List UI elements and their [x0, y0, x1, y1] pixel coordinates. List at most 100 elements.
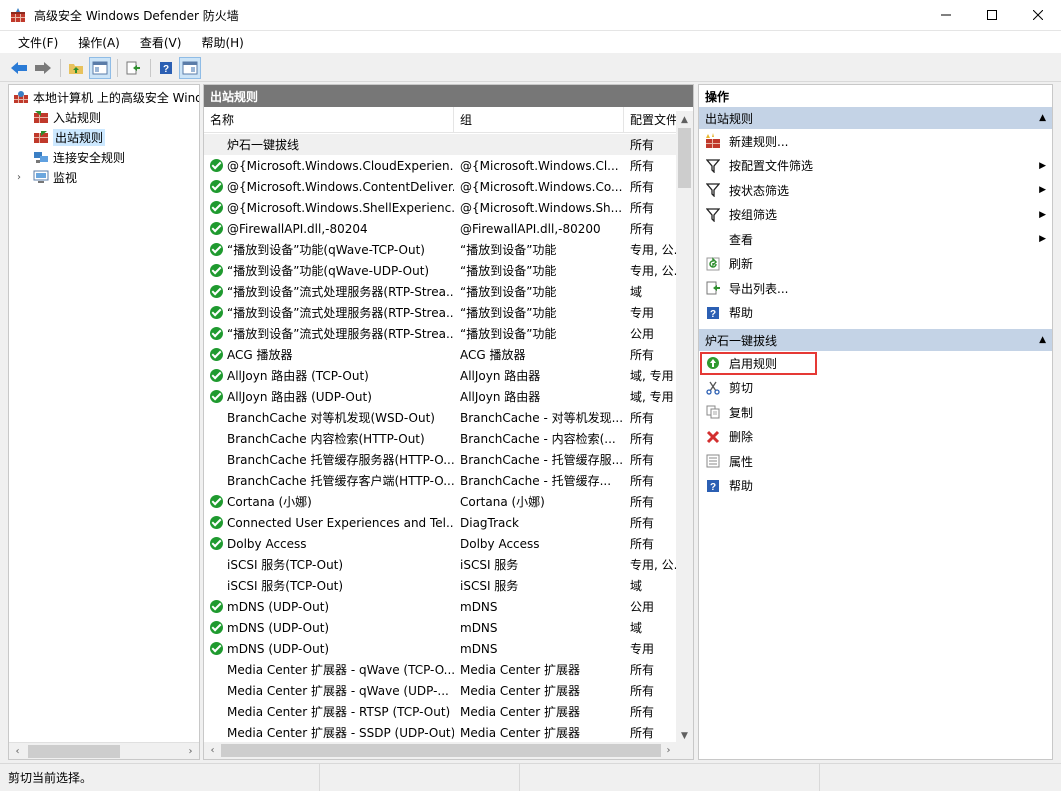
cell-name: mDNS (UDP-Out)	[204, 642, 454, 656]
scroll-left-icon[interactable]: ‹	[9, 743, 26, 760]
rules-vertical-scrollbar[interactable]: ▲ ▼	[676, 111, 693, 744]
action-copy[interactable]: 复制	[699, 400, 1052, 425]
action-new-rule[interactable]: 新建规则...	[699, 129, 1052, 154]
help-button[interactable]: ?	[155, 57, 177, 79]
scissors-icon	[705, 380, 721, 396]
scrollbar-thumb[interactable]	[678, 128, 691, 188]
menu-help[interactable]: 帮助(H)	[191, 34, 253, 51]
table-row[interactable]: ACG 播放器 ACG 播放器 所有	[204, 344, 677, 365]
tree-item-inbound[interactable]: 入站规则	[9, 107, 199, 127]
column-name[interactable]: 名称	[204, 107, 454, 132]
table-row[interactable]: BranchCache 内容检索(HTTP-Out) BranchCache - …	[204, 428, 677, 449]
tree-item-connection-security[interactable]: 连接安全规则	[9, 147, 199, 167]
tree-item-monitoring[interactable]: › 监视	[9, 167, 199, 187]
rules-horizontal-scrollbar[interactable]: ‹ ›	[204, 742, 677, 759]
export-button[interactable]	[122, 57, 144, 79]
show-tree-button[interactable]	[89, 56, 111, 79]
close-button[interactable]	[1015, 0, 1061, 31]
action-export-list[interactable]: 导出列表...	[699, 276, 1052, 301]
action-filter-state[interactable]: 按状态筛选 ▶	[699, 178, 1052, 203]
table-row[interactable]: “播放到设备”功能(qWave-TCP-Out) “播放到设备”功能 专用, 公..…	[204, 239, 677, 260]
actions-section-selected-rule[interactable]: 炉石一键拔线 ▲	[699, 329, 1052, 351]
column-group[interactable]: 组	[454, 107, 624, 132]
collapse-up-icon[interactable]: ▲	[1039, 113, 1046, 123]
filter-icon	[705, 207, 721, 223]
expand-chevron-icon[interactable]: ›	[17, 172, 29, 183]
scrollbar-thumb[interactable]	[221, 744, 661, 757]
table-row[interactable]: 炉石一键拔线 所有	[204, 134, 677, 155]
action-filter-group[interactable]: 按组筛选 ▶	[699, 203, 1052, 228]
table-row[interactable]: AllJoyn 路由器 (TCP-Out) AllJoyn 路由器 域, 专用	[204, 365, 677, 386]
table-row[interactable]: BranchCache 对等机发现(WSD-Out) BranchCache - …	[204, 407, 677, 428]
up-folder-button[interactable]	[65, 57, 87, 79]
table-row[interactable]: BranchCache 托管缓存客户端(HTTP-O... BranchCache…	[204, 470, 677, 491]
action-cut[interactable]: 剪切	[699, 376, 1052, 401]
disabled-blank-icon	[210, 474, 223, 487]
table-row[interactable]: “播放到设备”流式处理服务器(RTP-Strea... “播放到设备”功能 公用	[204, 323, 677, 344]
table-row[interactable]: Connected User Experiences and Tel... Dia…	[204, 512, 677, 533]
tree-root[interactable]: 本地计算机 上的高级安全 Windows Defender 防火墙	[9, 87, 199, 107]
menu-file[interactable]: 文件(F)	[8, 34, 68, 51]
table-row[interactable]: mDNS (UDP-Out) mDNS 专用	[204, 638, 677, 659]
table-row[interactable]: @FirewallAPI.dll,-80204 @FirewallAPI.dll,…	[204, 218, 677, 239]
table-row[interactable]: AllJoyn 路由器 (UDP-Out) AllJoyn 路由器 域, 专用	[204, 386, 677, 407]
rule-name: AllJoyn 路由器 (UDP-Out)	[227, 390, 372, 404]
tree-horizontal-scrollbar[interactable]: ‹ ›	[9, 742, 199, 759]
table-row[interactable]: Dolby Access Dolby Access 所有	[204, 533, 677, 554]
scroll-right-icon[interactable]: ›	[660, 745, 677, 756]
enabled-check-icon	[210, 600, 223, 613]
table-row[interactable]: @{Microsoft.Windows.ShellExperienc... @{M…	[204, 197, 677, 218]
table-row[interactable]: iSCSI 服务(TCP-Out) iSCSI 服务 专用, 公...	[204, 554, 677, 575]
actions-section-outbound[interactable]: 出站规则 ▲	[699, 107, 1052, 129]
table-row[interactable]: mDNS (UDP-Out) mDNS 域	[204, 617, 677, 638]
action-view[interactable]: 查看 ▶	[699, 227, 1052, 252]
action-properties[interactable]: 属性	[699, 449, 1052, 474]
tree-item-outbound[interactable]: 出站规则	[9, 127, 199, 147]
status-text: 剪切当前选择。	[0, 764, 320, 791]
collapse-up-icon[interactable]: ▲	[1039, 335, 1046, 345]
scroll-right-icon[interactable]: ›	[182, 743, 199, 760]
action-delete[interactable]: 删除	[699, 425, 1052, 450]
disabled-blank-icon	[210, 726, 223, 739]
scroll-left-icon[interactable]: ‹	[204, 745, 221, 756]
cell-group: ACG 播放器	[460, 348, 526, 362]
table-row[interactable]: Media Center 扩展器 - qWave (TCP-O... Media …	[204, 659, 677, 680]
table-row[interactable]: Media Center 扩展器 - qWave (UDP-... Media C…	[204, 680, 677, 701]
menu-view[interactable]: 查看(V)	[130, 34, 192, 51]
enabled-check-icon	[210, 222, 223, 235]
menu-action[interactable]: 操作(A)	[68, 34, 130, 51]
cell-group: Media Center 扩展器	[460, 663, 581, 677]
action-help[interactable]: ? 帮助	[699, 301, 1052, 326]
table-row[interactable]: Cortana (小娜) Cortana (小娜) 所有	[204, 491, 677, 512]
minimize-button[interactable]	[923, 0, 969, 31]
table-row[interactable]: “播放到设备”流式处理服务器(RTP-Strea... “播放到设备”功能 专用	[204, 302, 677, 323]
table-row[interactable]: iSCSI 服务(TCP-Out) iSCSI 服务 域	[204, 575, 677, 596]
table-row[interactable]: “播放到设备”功能(qWave-UDP-Out) “播放到设备”功能 专用, 公..…	[204, 260, 677, 281]
action-help-rule[interactable]: ? 帮助	[699, 474, 1052, 499]
maximize-button[interactable]	[969, 0, 1015, 31]
table-row[interactable]: “播放到设备”流式处理服务器(RTP-Strea... “播放到设备”功能 域	[204, 281, 677, 302]
table-row[interactable]: BranchCache 托管缓存服务器(HTTP-O... BranchCache…	[204, 449, 677, 470]
scrollbar-thumb[interactable]	[28, 744, 120, 758]
back-button[interactable]	[8, 57, 30, 79]
disabled-blank-icon	[210, 138, 223, 151]
rule-name: BranchCache 托管缓存客户端(HTTP-O...	[227, 474, 454, 488]
cell-group: BranchCache - 托管缓存服...	[460, 453, 624, 467]
column-profile[interactable]: 配置文件	[624, 107, 677, 132]
table-row[interactable]: @{Microsoft.Windows.ContentDeliver... @{M…	[204, 176, 677, 197]
table-row[interactable]: @{Microsoft.Windows.CloudExperien... @{Mi…	[204, 155, 677, 176]
table-row[interactable]: Media Center 扩展器 - RTSP (TCP-Out) Media C…	[204, 701, 677, 722]
cell-group: “播放到设备”功能	[460, 243, 557, 257]
new-rule-icon	[705, 133, 721, 149]
table-row[interactable]: mDNS (UDP-Out) mDNS 公用	[204, 596, 677, 617]
forward-button[interactable]	[32, 57, 54, 79]
action-filter-profile[interactable]: 按配置文件筛选 ▶	[699, 154, 1052, 179]
enabled-check-icon	[210, 369, 223, 382]
show-action-pane-button[interactable]	[179, 56, 201, 79]
actions-pane: 操作 出站规则 ▲ 新建规则... 按配置文件筛选 ▶ 按状态筛选 ▶ 按组筛选…	[698, 84, 1053, 760]
cell-group: AllJoyn 路由器	[460, 390, 541, 404]
action-refresh[interactable]: 刷新	[699, 252, 1052, 277]
action-enable-rule[interactable]: 启用规则	[699, 351, 1052, 376]
table-row[interactable]: Media Center 扩展器 - SSDP (UDP-Out) Media C…	[204, 722, 677, 743]
scroll-up-icon[interactable]: ▲	[676, 111, 693, 128]
